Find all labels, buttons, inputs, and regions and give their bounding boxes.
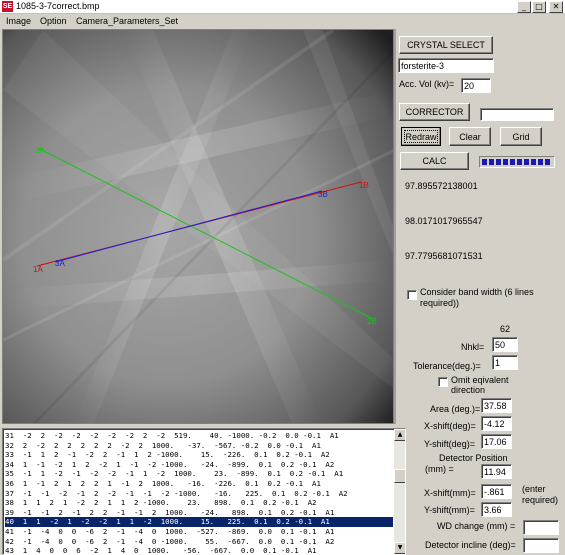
redraw-button[interactable]: Redraw xyxy=(401,127,441,146)
enter-required-label-2: required) xyxy=(522,495,559,505)
title-bar: SE 1085-3-7correct.bmp _ □ ✕ xyxy=(0,0,565,14)
acc-vol-field[interactable]: 20 xyxy=(461,78,491,93)
close-button[interactable]: ✕ xyxy=(549,1,563,13)
label-1a: 1A xyxy=(33,265,43,274)
minimize-button[interactable]: _ xyxy=(517,1,531,13)
band-width-checkbox[interactable] xyxy=(407,290,417,300)
yshift-mm-field[interactable]: 3.66 xyxy=(481,502,512,517)
list-item[interactable]: 34 1 -1 -2 1 2 -2 1 -1 -2 -1000. -24. -8… xyxy=(5,460,393,470)
xshift-mm-label: X-shift(mm)= xyxy=(424,488,476,498)
area-field[interactable]: 37.58 xyxy=(481,398,512,413)
detector-position-unit-label: (mm) = xyxy=(425,464,454,474)
nhkl-count: 62 xyxy=(500,324,511,334)
xshift-mm-field[interactable]: -.861 xyxy=(481,484,512,499)
reflection-list[interactable]: 31 -2 2 -2 -2 -2 -2 -2 2 -2 519. 40. -10… xyxy=(2,428,406,555)
kikuchi-pattern-image[interactable]: 1A 3A 2A 3B 1B 2B xyxy=(3,30,394,424)
list-item[interactable]: 43 1 4 0 0 6 -2 1 4 0 1000. -56. -667. 0… xyxy=(5,546,393,554)
acc-vol-label: Acc. Vol (kv)= xyxy=(399,79,455,89)
detector-incline-label: Detector incline (deg)= xyxy=(425,540,516,550)
progress-segment xyxy=(524,159,529,165)
omit-equivalent-label-2: direction xyxy=(451,385,486,395)
list-scrollbar[interactable]: ▲ ▼ xyxy=(394,429,405,554)
progress-segment xyxy=(517,159,522,165)
calc-progress-bar xyxy=(479,156,555,168)
yshift-deg-label: Y-shift(deg)= xyxy=(424,439,475,449)
grid-button[interactable]: Grid xyxy=(500,127,542,146)
progress-segment xyxy=(503,159,508,165)
list-item[interactable]: 37 -1 -1 -2 -1 2 -2 -1 -1 -2 -1000. -16.… xyxy=(5,489,393,499)
nhkl-label: Nhkl= xyxy=(461,342,485,352)
wd-change-label: WD change (mm) = xyxy=(437,521,516,531)
list-item[interactable]: 33 -1 1 2 -1 -2 2 -1 1 2 -1000. 15. -226… xyxy=(5,450,393,460)
omit-equivalent-checkbox[interactable] xyxy=(438,377,448,387)
detector-incline-field[interactable] xyxy=(523,538,559,553)
progress-segment xyxy=(482,159,487,165)
scroll-down-icon[interactable]: ▼ xyxy=(394,542,405,554)
result-value-3: 97.7795681071531 xyxy=(405,251,483,261)
label-3b: 3B xyxy=(318,190,328,199)
scroll-up-icon[interactable]: ▲ xyxy=(394,429,405,441)
yshift-deg-field[interactable]: 17.06 xyxy=(481,434,512,449)
menu-option[interactable]: Option xyxy=(40,16,67,26)
label-1b: 1B xyxy=(359,181,369,190)
detector-position-label: Detector Position xyxy=(439,453,508,463)
list-item[interactable]: 38 1 1 2 1 -2 2 1 1 2 -1000. 23. 898. 0.… xyxy=(5,498,393,508)
list-item[interactable]: 36 1 -1 2 1 2 2 1 -1 2 1000. -16. -226. … xyxy=(5,479,393,489)
nhkl-field[interactable]: 50 xyxy=(492,337,518,352)
list-item[interactable]: 40 1 1 -2 1 -2 -2 1 1 -2 1000. 15. 225. … xyxy=(5,517,393,528)
tolerance-field[interactable]: 1 xyxy=(492,355,518,370)
menu-image[interactable]: Image xyxy=(6,16,31,26)
xshift-deg-label: X-shift(deg)= xyxy=(424,421,476,431)
list-item[interactable]: 41 -1 -4 0 0 -6 2 -1 -4 0 1000. -527. -8… xyxy=(5,527,393,537)
progress-segment xyxy=(489,159,494,165)
detector-position-field[interactable]: 11.94 xyxy=(481,464,512,479)
list-item[interactable]: 31 -2 2 -2 -2 -2 -2 -2 2 -2 519. 40. -10… xyxy=(5,431,393,441)
list-item[interactable]: 35 -1 1 -2 -1 -2 -2 -1 1 -2 1000. 23. -8… xyxy=(5,469,393,479)
app-icon: SE xyxy=(2,1,13,12)
omit-equivalent-label: Omit eqivalent xyxy=(451,375,509,385)
corrector-button[interactable]: CORRECTOR xyxy=(399,103,470,121)
label-3a: 3A xyxy=(55,259,65,268)
corrector-field[interactable] xyxy=(480,108,554,121)
enter-required-label: (enter xyxy=(522,484,546,494)
label-2a: 2A xyxy=(35,146,45,155)
yshift-mm-label: Y-shift(mm)= xyxy=(424,505,475,515)
scroll-thumb[interactable] xyxy=(394,469,405,483)
list-item[interactable]: 39 -1 -1 2 -1 2 2 -1 -1 2 1000. -24. 898… xyxy=(5,508,393,518)
progress-segment xyxy=(531,159,536,165)
clear-button[interactable]: Clear xyxy=(449,127,491,146)
application-window: SE 1085-3-7correct.bmp _ □ ✕ Image Optio… xyxy=(0,0,565,555)
calc-button[interactable]: CALC xyxy=(400,152,469,170)
list-item[interactable]: 42 -1 -4 0 0 -6 2 -1 -4 0 -1000. 55. -66… xyxy=(5,537,393,547)
crystal-select-button[interactable]: CRYSTAL SELECT xyxy=(399,36,493,54)
menu-camera-parameters-set[interactable]: Camera_Parameters_Set xyxy=(76,16,178,26)
menu-bar: Image Option Camera_Parameters_Set xyxy=(0,15,565,29)
window-title: 1085-3-7correct.bmp xyxy=(16,1,100,11)
result-value-2: 98.0171017965547 xyxy=(405,216,483,226)
maximize-button[interactable]: □ xyxy=(532,1,546,13)
xshift-deg-field[interactable]: -4.12 xyxy=(481,416,512,431)
list-item[interactable]: 32 2 -2 2 2 2 2 2 -2 2 1000. -37. -567. … xyxy=(5,441,393,451)
result-value-1: 97.895572138001 xyxy=(405,181,478,191)
wd-change-field[interactable] xyxy=(523,520,559,535)
progress-segment xyxy=(496,159,501,165)
progress-segment xyxy=(538,159,543,165)
label-2b: 2B xyxy=(367,317,377,326)
area-label: Area (deg.)= xyxy=(430,404,481,414)
band-width-label: Consider band width (6 lines xyxy=(420,287,534,297)
crystal-name-field[interactable]: forsterite-3 xyxy=(398,58,494,73)
tolerance-label: Tolerance(deg.)= xyxy=(413,361,481,371)
progress-segment xyxy=(510,159,515,165)
canvas-edge xyxy=(394,29,396,424)
progress-segment xyxy=(545,159,550,165)
band-width-label-2: required)) xyxy=(420,298,460,308)
pattern-image-canvas[interactable]: 1A 3A 2A 3B 1B 2B xyxy=(2,29,394,424)
